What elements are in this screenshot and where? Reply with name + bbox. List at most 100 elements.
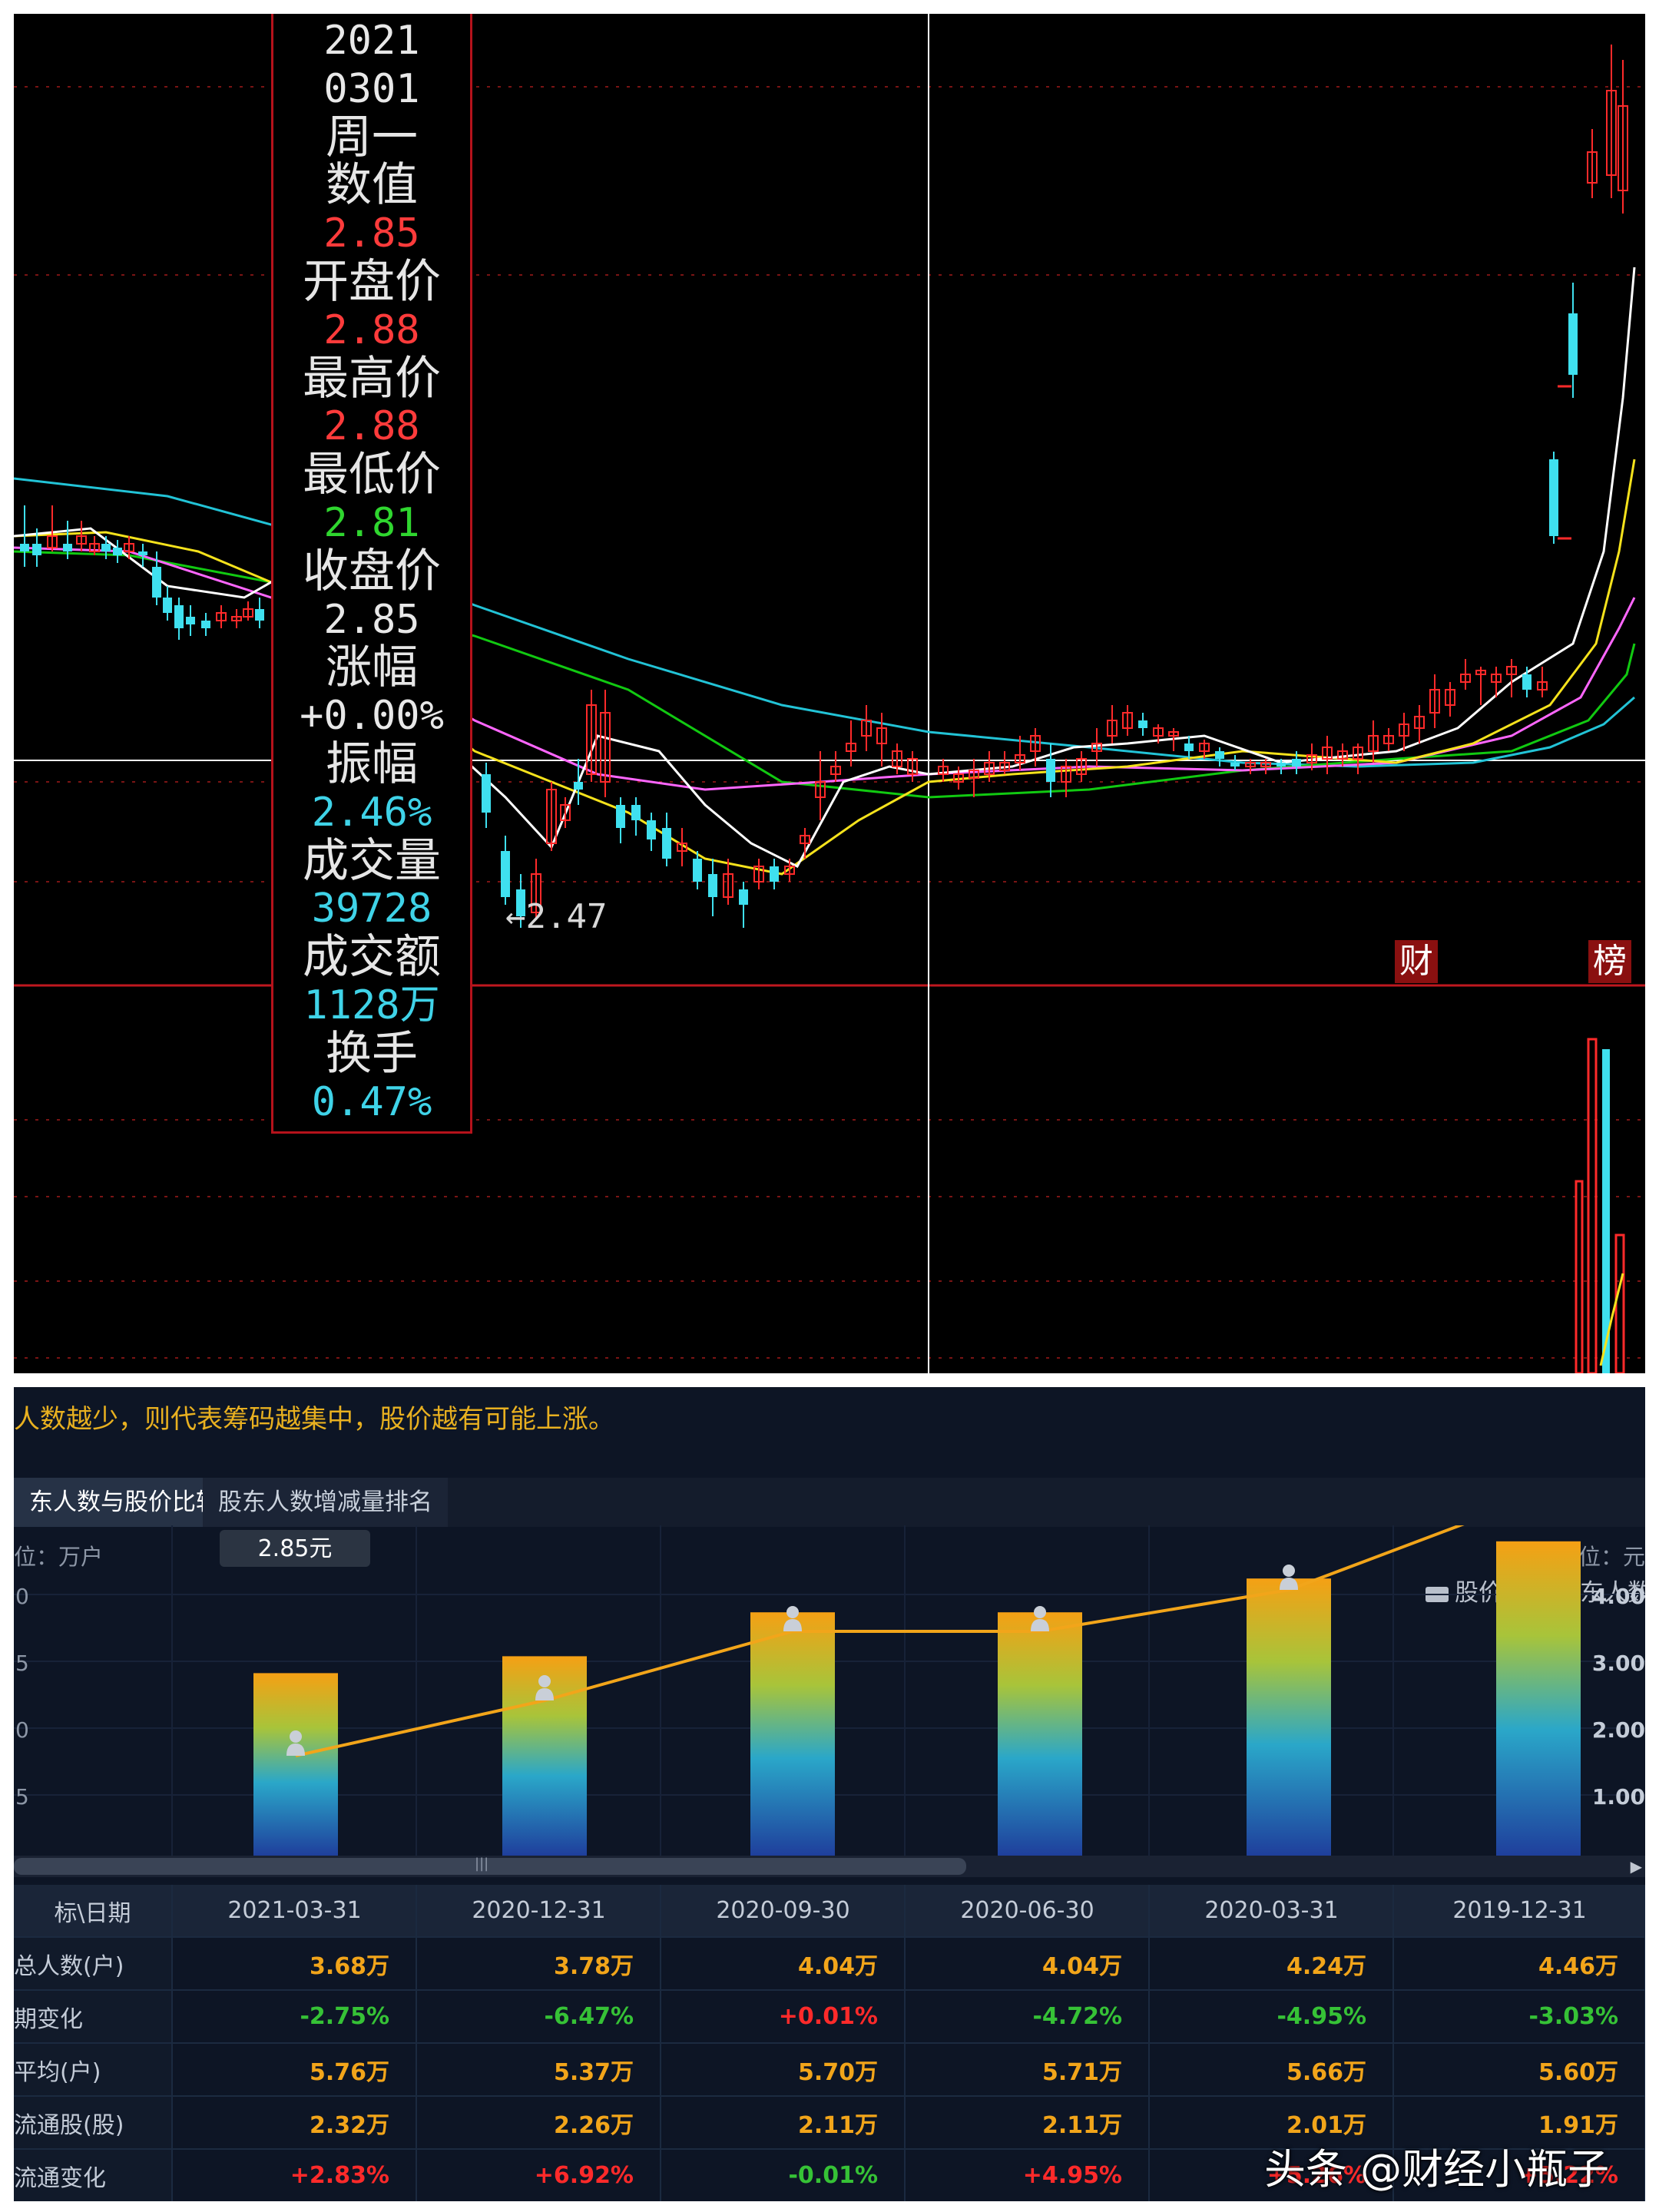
holders-bar bbox=[1496, 1541, 1581, 1856]
candle-body bbox=[739, 889, 748, 905]
table-header-cell: 2020-12-31 bbox=[416, 1885, 661, 1938]
candle-body bbox=[770, 866, 779, 882]
table-row: 期变化 -2.75% -6.47% +0.01% -4.72% -4.95% -3.03% bbox=[14, 1990, 1645, 2044]
candle-body bbox=[708, 874, 717, 897]
table-cell: 5.37万 bbox=[416, 2043, 661, 2097]
right-axis-tick: 1.00 bbox=[1592, 1784, 1645, 1810]
table-cell: 4.24万 bbox=[1149, 1937, 1394, 1991]
shareholder-panel: 人数越少，则代表筹码越集中，股价越有可能上涨。 东人数与股价比较 股东人数增减量… bbox=[14, 1387, 1645, 2201]
candle-body bbox=[1549, 459, 1558, 536]
candle-body bbox=[101, 544, 111, 551]
tooltip-line: +0.00% bbox=[300, 693, 444, 740]
person-icon bbox=[1280, 1565, 1298, 1590]
candle-body bbox=[63, 544, 72, 551]
candle-body bbox=[1230, 763, 1240, 767]
table-row: 平均(户) 5.76万 5.37万 5.70万 5.71万 5.66万 5.60万 bbox=[14, 2043, 1645, 2097]
dragon-tiger-marker[interactable]: 榜 bbox=[1588, 940, 1631, 983]
tooltip-line: 0301 bbox=[323, 65, 420, 112]
table-cell: -4.95% bbox=[1149, 1990, 1394, 2044]
candle-body bbox=[152, 567, 161, 598]
candle-body bbox=[631, 805, 641, 820]
table-cell: +4.95% bbox=[905, 2149, 1150, 2201]
row-label: 流通股(股) bbox=[14, 2096, 173, 2150]
candle-body bbox=[255, 609, 264, 621]
candle-body bbox=[113, 548, 122, 555]
table-header-cell: 标\日期 bbox=[14, 1885, 173, 1938]
left-axis-tick: 0 bbox=[15, 1584, 29, 1609]
table-cell: 2.11万 bbox=[905, 2096, 1150, 2150]
tooltip-line: 2021 bbox=[323, 18, 420, 64]
tooltip-line: 最高价 bbox=[303, 351, 441, 406]
price-line bbox=[295, 1525, 1465, 1757]
table-cell: 5.76万 bbox=[172, 2043, 417, 2097]
row-label: 平均(户) bbox=[14, 2043, 173, 2097]
ma5-line bbox=[14, 267, 1636, 868]
candle-body bbox=[1138, 720, 1147, 728]
tab-holders-ranking[interactable]: 股东人数增减量排名 bbox=[203, 1478, 448, 1527]
scroll-thumb[interactable] bbox=[14, 1858, 966, 1875]
tab-holders-vs-price[interactable]: 东人数与股价比较 bbox=[14, 1478, 235, 1527]
left-axis-tick: 5 bbox=[15, 1651, 29, 1676]
person-head bbox=[1034, 1606, 1046, 1618]
holders-bar bbox=[750, 1612, 835, 1856]
tooltip-line: 2.81 bbox=[323, 500, 420, 546]
kline-canvas[interactable] bbox=[14, 14, 1645, 1373]
right-axis-tick: 3.00 bbox=[1592, 1651, 1645, 1676]
table-cell: 4.04万 bbox=[661, 1937, 906, 1991]
tooltip-line: 2.85 bbox=[323, 596, 420, 643]
candle-body bbox=[186, 617, 195, 624]
table-cell: 4.46万 bbox=[1393, 1937, 1645, 1991]
table-header-row: 标\日期 2021-03-31 2020-12-31 2020-09-30 2020-0… bbox=[14, 1885, 1645, 1938]
holders-price-chart: 04.0053.0002.0051.002.85元3.79元 bbox=[14, 1525, 1645, 1856]
row-label: 总人数(户) bbox=[14, 1937, 173, 1991]
table-cell: +6.92% bbox=[416, 2149, 661, 2201]
table-cell: -0.01% bbox=[661, 2149, 906, 2201]
candle-body bbox=[20, 544, 29, 551]
person-head bbox=[290, 1730, 302, 1743]
table-cell: 3.68万 bbox=[172, 1937, 417, 1991]
tooltip-line: 换手 bbox=[326, 1026, 418, 1081]
table-header-cell: 2019-12-31 bbox=[1393, 1885, 1645, 1938]
volume-bar bbox=[1614, 1233, 1625, 1373]
candle-body bbox=[1046, 759, 1055, 782]
person-head bbox=[786, 1606, 799, 1618]
finance-marker[interactable]: 财 bbox=[1395, 940, 1438, 983]
right-axis-tick: 4.00 bbox=[1592, 1584, 1645, 1609]
chart-scrollbar[interactable]: ||| ▶ bbox=[14, 1856, 1645, 1877]
tooltip-line: 成交量 bbox=[303, 833, 441, 888]
table-cell: 3.78万 bbox=[416, 1937, 661, 1991]
tooltip-line: 开盘价 bbox=[303, 255, 441, 309]
holders-bar bbox=[253, 1673, 338, 1856]
candle-body bbox=[1568, 313, 1578, 375]
tooltip-line: 最低价 bbox=[303, 448, 441, 502]
person-head bbox=[1283, 1565, 1295, 1577]
candle-body bbox=[1292, 759, 1301, 767]
candle-body bbox=[1215, 751, 1224, 759]
left-axis-tick: 0 bbox=[15, 1717, 29, 1743]
holders-bar bbox=[1247, 1578, 1331, 1856]
candle-body bbox=[693, 859, 702, 882]
tooltip-line: 0.47% bbox=[311, 1078, 432, 1125]
table-header-cell: 2020-09-30 bbox=[661, 1885, 906, 1938]
kline-chart[interactable]: 2021 0301 周一 数值 2.85 开盘价 2.88 最高价 2.88 最低价 2.81 收盘价… bbox=[14, 14, 1645, 1373]
candle-body bbox=[647, 820, 656, 839]
tooltip-line: 2.88 bbox=[323, 306, 420, 353]
candle-body bbox=[662, 828, 671, 859]
candle-body bbox=[616, 805, 625, 828]
table-cell: 2.11万 bbox=[661, 2096, 906, 2150]
scroll-right-arrow-icon[interactable]: ▶ bbox=[1631, 1856, 1642, 1877]
table-cell: 4.04万 bbox=[905, 1937, 1150, 1991]
table-cell: -6.47% bbox=[416, 1990, 661, 2044]
tooltip-line: 2.88 bbox=[323, 403, 420, 450]
table-cell: -3.03% bbox=[1393, 1990, 1645, 2044]
tooltip-line: 39728 bbox=[311, 886, 432, 932]
table-row: 总人数(户) 3.68万 3.78万 4.04万 4.04万 4.24万 4.46万 bbox=[14, 1937, 1645, 1991]
table-cell: +0.01% bbox=[661, 1990, 906, 2044]
volume-bar bbox=[1575, 1180, 1584, 1373]
tooltip-line: 振幅 bbox=[326, 737, 418, 791]
table-header-cell: 2020-06-30 bbox=[905, 1885, 1150, 1938]
volume-bar bbox=[1602, 1049, 1610, 1373]
candle-body bbox=[174, 605, 184, 628]
ma60-line bbox=[14, 477, 1635, 768]
table-cell: -2.75% bbox=[172, 1990, 417, 2044]
